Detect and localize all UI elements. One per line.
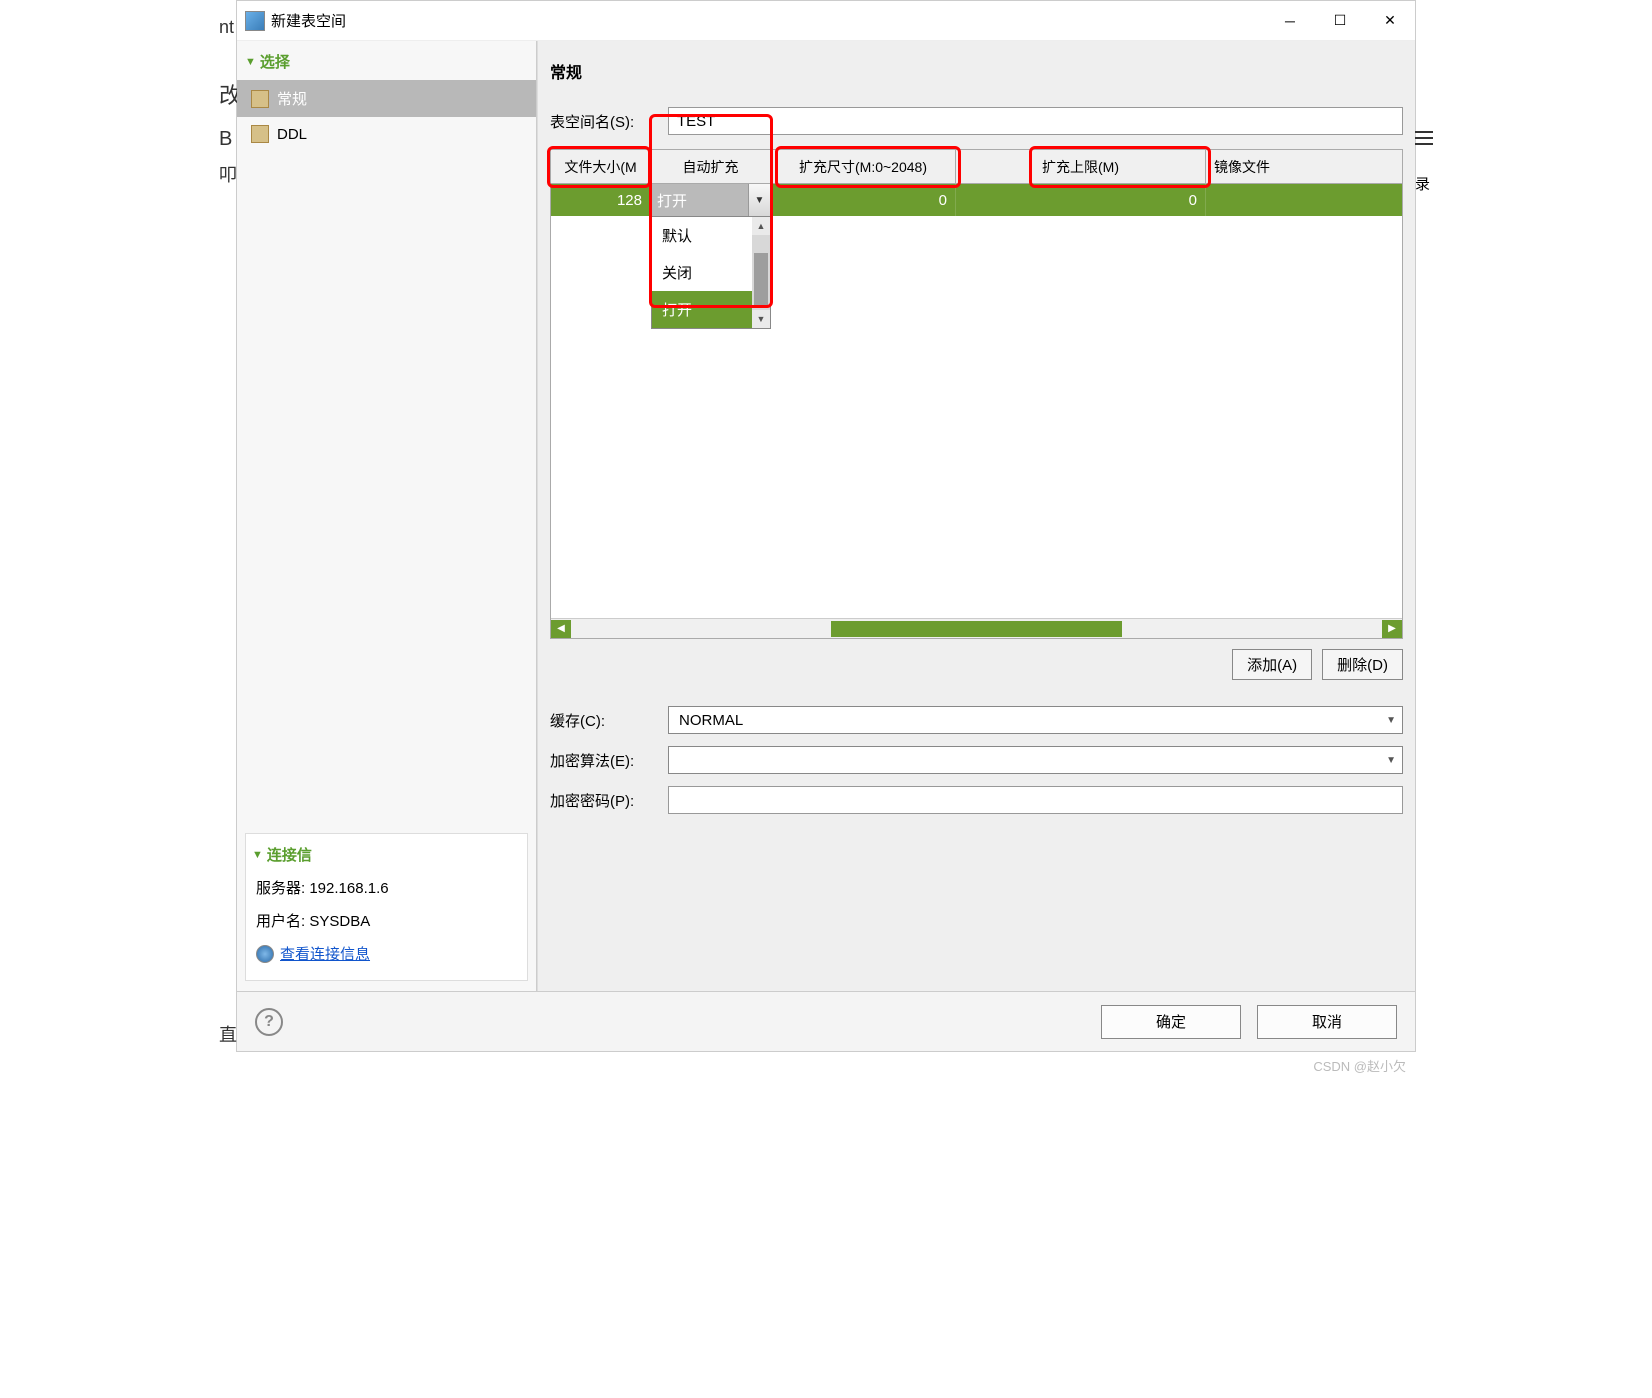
scroll-thumb[interactable]	[831, 621, 1123, 637]
user-row: 用户名: SYSDBA	[252, 904, 521, 937]
help-button[interactable]: ?	[255, 1008, 283, 1036]
maximize-button[interactable]: ☐	[1315, 1, 1365, 41]
cell-file-size[interactable]: 128	[551, 184, 651, 216]
sidebar-item-label: 常规	[277, 88, 307, 109]
dropdown-option-off[interactable]: 关闭	[652, 254, 752, 291]
page-title: 常规	[538, 41, 1415, 103]
cache-value: NORMAL	[679, 712, 743, 729]
watermark: CSDN @赵小欠	[236, 1052, 1416, 1077]
table-body: 128 打开 ▼ 0 0 默认 关	[551, 184, 1402, 618]
scroll-up-icon[interactable]: ▲	[752, 217, 770, 235]
tablespace-name-input[interactable]	[668, 107, 1403, 135]
tablespace-name-row: 表空间名(S):	[538, 103, 1415, 149]
encryption-algo-select[interactable]: ▼	[668, 746, 1403, 774]
cancel-button[interactable]: 取消	[1257, 1005, 1397, 1039]
col-expand-limit[interactable]: 扩充上限(M)	[956, 150, 1206, 183]
cell-expand-size[interactable]: 0	[771, 184, 956, 216]
cell-expand-limit[interactable]: 0	[956, 184, 1206, 216]
main-panel: 常规 表空间名(S): 文件大小(M 自动扩充 扩充尺寸(M:0~2048) 扩…	[537, 41, 1415, 991]
chevron-down-icon: ▼	[1386, 715, 1396, 726]
dropdown-scrollbar[interactable]: ▲ ▼	[752, 217, 770, 328]
connection-info-panel: 连接信 服务器: 192.168.1.6 用户名: SYSDBA 查看连接信息	[245, 833, 528, 981]
globe-icon	[256, 945, 274, 963]
table-buttons: 添加(A) 删除(D)	[538, 639, 1415, 700]
scroll-right-icon[interactable]: ▶	[1382, 620, 1402, 638]
tablespace-name-label: 表空间名(S):	[550, 111, 660, 132]
encryption-algo-label: 加密算法(E):	[550, 750, 660, 771]
background-left-fragment: nt 改 B 叩 直	[219, 1, 237, 1051]
encryption-password-input[interactable]	[668, 786, 1403, 814]
sidebar: 选择 常规 DDL 连接信 服务器: 192.168.1.6 用户名: SYSD…	[237, 41, 537, 991]
table-header-row: 文件大小(M 自动扩充 扩充尺寸(M:0~2048) 扩充上限(M) 镜像文件	[551, 150, 1402, 184]
dropdown-option-on[interactable]: 打开	[652, 291, 752, 328]
cache-label: 缓存(C):	[550, 710, 660, 731]
cell-auto-expand[interactable]: 打开 ▼	[651, 184, 771, 216]
horizontal-scrollbar[interactable]: ◀ ▶	[551, 618, 1402, 638]
scroll-thumb[interactable]	[754, 253, 768, 308]
scroll-track[interactable]	[571, 620, 1382, 638]
window-title: 新建表空间	[271, 10, 346, 31]
server-row: 服务器: 192.168.1.6	[252, 871, 521, 904]
sidebar-item-label: DDL	[277, 126, 307, 143]
sidebar-item-ddl[interactable]: DDL	[237, 117, 536, 151]
cache-row: 缓存(C): NORMAL ▼	[538, 700, 1415, 740]
ok-button[interactable]: 确定	[1101, 1005, 1241, 1039]
scroll-down-icon[interactable]: ▼	[752, 310, 770, 328]
chevron-down-icon: ▼	[1386, 755, 1396, 766]
col-auto-expand[interactable]: 自动扩充	[651, 150, 771, 183]
hamburger-icon	[1415, 131, 1433, 145]
files-table: 文件大小(M 自动扩充 扩充尺寸(M:0~2048) 扩充上限(M) 镜像文件 …	[550, 149, 1403, 639]
auto-expand-dropdown[interactable]: 默认 关闭 打开 ▲ ▼	[651, 216, 771, 329]
encryption-algo-row: 加密算法(E): ▼	[538, 740, 1415, 780]
add-button[interactable]: 添加(A)	[1232, 649, 1312, 680]
cache-select[interactable]: NORMAL ▼	[668, 706, 1403, 734]
dialog-footer: ? 确定 取消	[237, 991, 1415, 1051]
minimize-button[interactable]: ─	[1265, 1, 1315, 41]
auto-expand-combo[interactable]: 打开 ▼	[651, 184, 770, 216]
page-icon	[251, 125, 269, 143]
col-mirror-file[interactable]: 镜像文件	[1206, 150, 1402, 183]
dropdown-option-default[interactable]: 默认	[652, 217, 752, 254]
table-row[interactable]: 128 打开 ▼ 0 0	[551, 184, 1402, 216]
titlebar: 新建表空间 ─ ☐ ✕	[237, 1, 1415, 41]
dialog-window: nt 改 B 叩 直 录 新建表空间 ─ ☐ ✕ 选择 常规	[236, 0, 1416, 1052]
encryption-password-label: 加密密码(P):	[550, 790, 660, 811]
encryption-password-row: 加密密码(P):	[538, 780, 1415, 820]
sidebar-item-general[interactable]: 常规	[237, 80, 536, 117]
sidebar-section-select[interactable]: 选择	[237, 41, 536, 80]
cell-mirror-file[interactable]	[1206, 184, 1402, 216]
view-connection-link[interactable]: 查看连接信息	[252, 937, 521, 970]
auto-expand-value[interactable]: 打开	[651, 184, 748, 216]
close-button[interactable]: ✕	[1365, 1, 1415, 41]
scroll-left-icon[interactable]: ◀	[551, 620, 571, 638]
sidebar-section-connection[interactable]: 连接信	[252, 844, 521, 871]
background-right-fragment: 录	[1415, 1, 1433, 1051]
content-area: 选择 常规 DDL 连接信 服务器: 192.168.1.6 用户名: SYSD…	[237, 41, 1415, 991]
page-icon	[251, 90, 269, 108]
app-icon	[245, 11, 265, 31]
delete-button[interactable]: 删除(D)	[1322, 649, 1403, 680]
chevron-down-icon[interactable]: ▼	[748, 184, 770, 216]
col-file-size[interactable]: 文件大小(M	[551, 150, 651, 183]
col-expand-size[interactable]: 扩充尺寸(M:0~2048)	[771, 150, 956, 183]
